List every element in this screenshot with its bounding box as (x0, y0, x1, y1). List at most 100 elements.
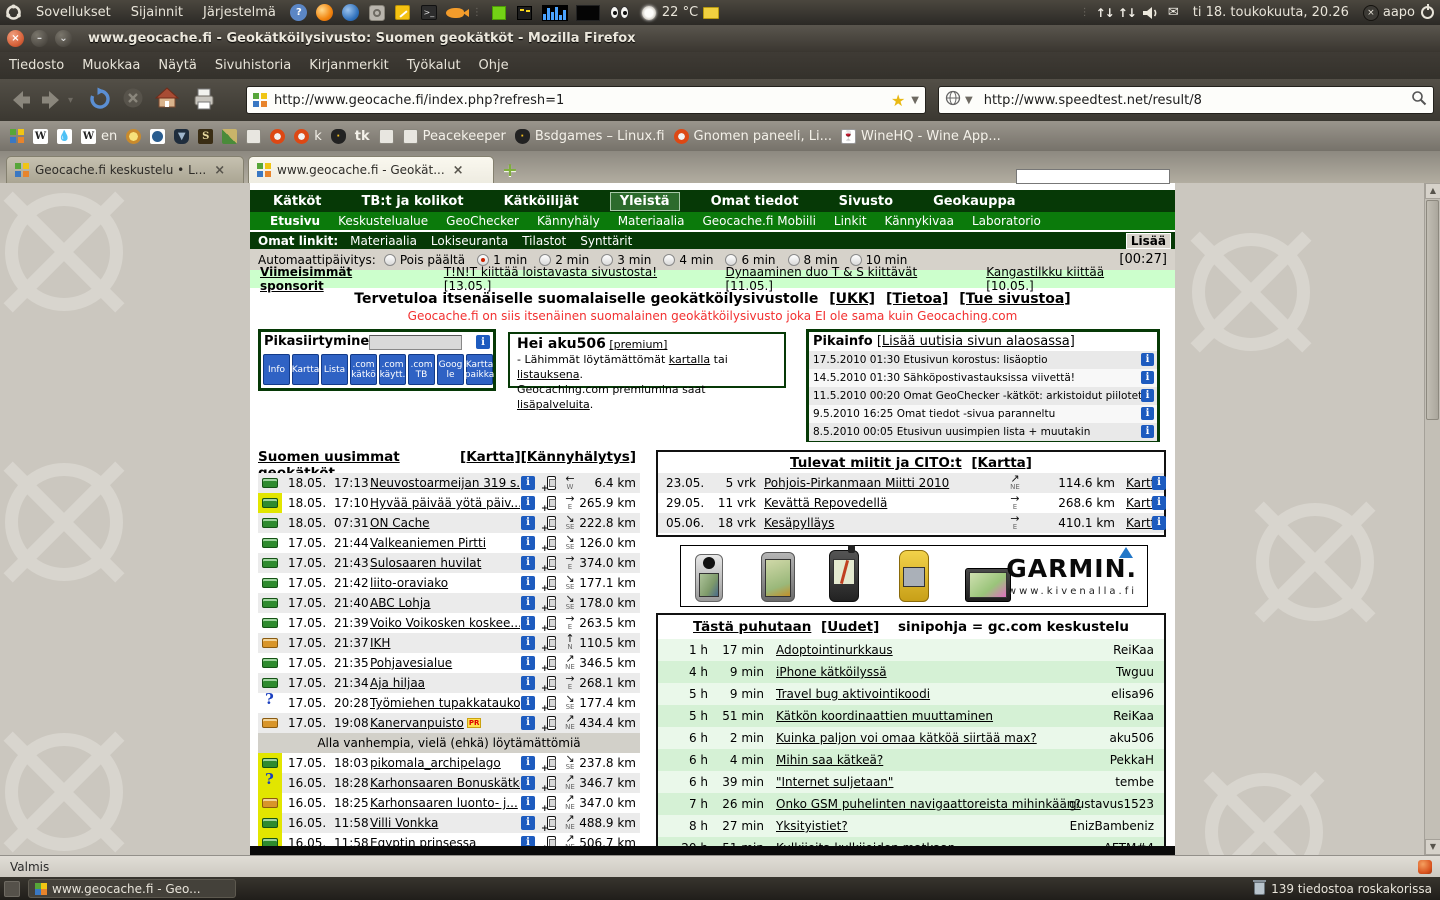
info-icon[interactable]: i (1152, 516, 1166, 530)
page-scrollbar[interactable]: ▲ ▼ (1424, 183, 1440, 855)
history-dropdown-icon[interactable]: ▾ (68, 95, 73, 106)
cache-name-link[interactable]: Karhonsaaren luonto- j... (370, 793, 520, 813)
cache-name[interactable]: IKH (370, 636, 390, 650)
info-icon[interactable]: i (521, 496, 535, 510)
home-icon[interactable] (155, 87, 179, 109)
print-icon[interactable] (192, 87, 216, 111)
bookmark-map-icon[interactable] (222, 129, 237, 144)
firefox-launcher-icon[interactable] (315, 3, 335, 23)
username[interactable]: aapo (1383, 5, 1415, 20)
bookmark-pacman-icon[interactable] (150, 129, 165, 144)
topic-title-link[interactable]: Adoptointinurkkaus (776, 639, 893, 661)
cache-name-link[interactable]: pikomala_archipelago (370, 753, 520, 773)
topic-title-link[interactable]: Travel bug aktivointikoodi (776, 683, 930, 705)
topic-title-link[interactable]: iPhone kätköilyssä (776, 661, 887, 683)
topics-title-link[interactable]: Tästä puhutaan (693, 619, 811, 635)
browser-menu-item[interactable]: Työkalut (398, 58, 470, 73)
phone-alert-icon[interactable]: + (541, 796, 557, 810)
window-list-button[interactable]: www.geocache.fi - Geo... (28, 879, 236, 898)
sub-nav-item[interactable]: Linkit (834, 214, 867, 228)
bookmark-tiles-icon[interactable] (10, 129, 24, 143)
sub-nav-item[interactable]: GeoChecker (446, 214, 519, 228)
bookmark-emblem-icon[interactable] (126, 129, 141, 144)
info-icon[interactable]: i (1152, 476, 1166, 490)
browser-menu-item[interactable]: Sivuhistoria (206, 58, 300, 73)
radio-icon[interactable] (477, 254, 489, 266)
weather-temp[interactable]: 22 °C (662, 5, 698, 20)
meetings-map-link[interactable]: [Kartta] (971, 455, 1032, 471)
tab-close-icon[interactable]: × (453, 163, 464, 178)
welcome-link[interactable]: [Tue sivustoa] (959, 291, 1070, 307)
info-icon[interactable]: i (521, 536, 535, 550)
sponsor-item[interactable]: T!N!T kiittää loistavasta sivustosta! [1… (444, 265, 702, 293)
tab-geocache-forum[interactable]: Geocache.fi keskustelu • L... × (6, 156, 244, 183)
bookmark-ubuntu-icon[interactable] (270, 129, 285, 144)
bookmark-drop-icon[interactable]: 💧 (57, 129, 72, 144)
topic-title-link[interactable]: Kuinka paljon voi omaa kätköä siirtää ma… (776, 727, 1037, 749)
quickjump-button[interactable]: .com TB (408, 354, 435, 385)
list-link[interactable]: listauksena (517, 368, 579, 381)
cache-name-link[interactable]: Karhonsaaren Bonuskätkö (370, 773, 520, 793)
own-link[interactable]: Tilastot (522, 234, 566, 248)
cache-name-link[interactable]: KanervanpuistoPR (370, 713, 520, 733)
phone-alert-icon[interactable]: + (541, 476, 557, 490)
panel-menu[interactable]: Järjestelmä (193, 5, 286, 20)
info-icon[interactable]: i (521, 576, 535, 590)
scrollbar-thumb[interactable] (1426, 200, 1439, 420)
sub-nav-item[interactable]: Kännykivaa (885, 214, 954, 228)
sponsor-item[interactable]: Kangastilkku kiittää [10.05.] (986, 265, 1151, 293)
phone-alert-icon[interactable]: + (541, 556, 557, 570)
services-link[interactable]: lisäpalveluita (517, 398, 590, 411)
show-desktop-button[interactable] (4, 881, 20, 897)
welcome-link[interactable]: [Tietoa] (886, 291, 948, 307)
sub-nav-item[interactable]: Laboratorio (972, 214, 1041, 228)
trash-applet[interactable]: 139 tiedostoa roskakorissa (1254, 882, 1432, 896)
window-close-button[interactable]: × (7, 30, 24, 47)
quickjump-button[interactable]: Goog le (437, 354, 464, 385)
cache-name[interactable]: ON Cache (370, 516, 430, 530)
bookmark-winehq[interactable]: 🍷WineHQ - Wine App... (841, 129, 1001, 144)
cache-name[interactable]: Aja hiljaa (370, 676, 425, 690)
cache-name-link[interactable]: Pohjavesialue (370, 653, 520, 673)
caches-alert-link[interactable]: [Kännyhälytys] (521, 449, 636, 473)
main-nav-item[interactable]: Yleistä (610, 192, 680, 211)
quickjump-button[interactable]: .com käytt. (379, 354, 406, 385)
address-input[interactable] (274, 93, 891, 108)
quickjump-input[interactable] (369, 335, 462, 350)
cache-name-link[interactable]: Työmiehen tupakkatauko (370, 693, 520, 713)
own-link[interactable]: Lokiseuranta (431, 234, 508, 248)
thunderbird-launcher-icon[interactable] (341, 3, 361, 23)
scroll-down-icon[interactable]: ▼ (1425, 839, 1440, 855)
fish-applet-icon[interactable] (445, 3, 465, 23)
panel-menu[interactable]: Sovellukset (26, 5, 121, 20)
sub-nav-item[interactable]: Etusivu (270, 214, 320, 228)
sub-nav-item[interactable]: Materiaalia (618, 214, 685, 228)
volume-icon[interactable] (1141, 3, 1161, 23)
cache-name[interactable]: pikomala_archipelago (370, 756, 501, 770)
topic-title-link[interactable]: "Internet suljetaan" (776, 771, 893, 793)
bookmark-peacekeeper[interactable]: Peacekeeper (403, 129, 506, 144)
info-icon[interactable]: i (1152, 496, 1166, 510)
phone-alert-icon[interactable]: + (541, 776, 557, 790)
cache-name[interactable]: Pohjavesialue (370, 656, 452, 670)
search-go-icon[interactable] (1411, 90, 1427, 110)
phone-alert-icon[interactable]: + (541, 616, 557, 630)
radio-icon[interactable] (663, 254, 675, 266)
meeting-name-link[interactable]: Kevättä Repovedellä (764, 493, 887, 513)
cache-name[interactable]: Kanervanpuisto (370, 716, 464, 730)
radio-icon[interactable] (601, 254, 613, 266)
radio-icon[interactable] (788, 254, 800, 266)
window-minimize-button[interactable]: – (31, 30, 48, 47)
own-link[interactable]: Materiaalia (350, 234, 417, 248)
system-monitor-icon[interactable] (489, 3, 509, 23)
url-dropdown-icon[interactable]: ▼ (911, 95, 919, 106)
cache-name-link[interactable]: Neuvostoarmeijan 319 s... (370, 473, 520, 493)
cache-name[interactable]: ABC Lohja (370, 596, 431, 610)
sponsor-link[interactable]: Dynaaminen duo T & S kiittävät (725, 265, 917, 279)
stop-icon[interactable] (122, 87, 144, 109)
radio-icon[interactable] (850, 254, 862, 266)
bookmark-penguin-icon[interactable]: · (331, 129, 346, 144)
cache-name[interactable]: Sulosaaren huvilat (370, 556, 481, 570)
cache-name[interactable]: Karhonsaaren Bonuskätkö (370, 776, 520, 790)
cache-name[interactable]: liito-oraviako (370, 576, 448, 590)
